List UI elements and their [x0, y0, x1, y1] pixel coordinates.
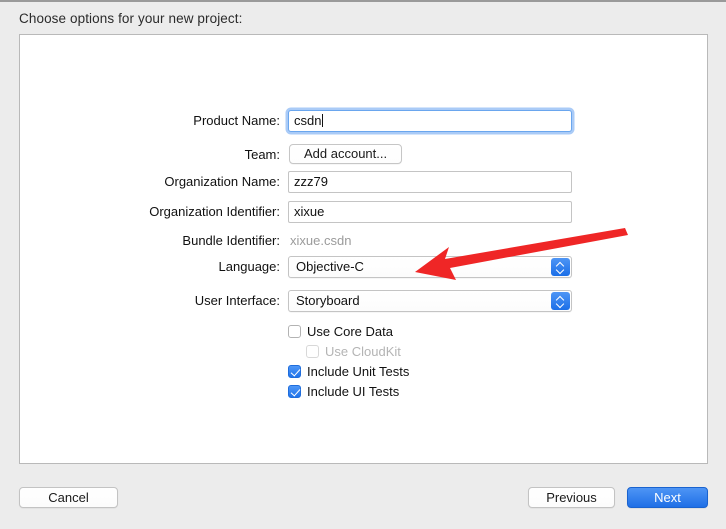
text-caret	[322, 114, 323, 127]
row-product-name: Product Name: csdn	[20, 110, 709, 132]
organization-identifier-input[interactable]: xixue	[288, 201, 572, 223]
organization-identifier-label: Organization Identifier:	[20, 201, 280, 223]
popup-stepper-icon[interactable]	[551, 292, 570, 310]
checkbox-label: Include Unit Tests	[307, 364, 409, 379]
organization-name-input[interactable]: zzz79	[288, 171, 572, 193]
options-panel: Product Name: csdn Team: Add account... …	[19, 34, 708, 464]
row-user-interface: User Interface: Storyboard	[20, 290, 709, 312]
row-organization-identifier: Organization Identifier: xixue	[20, 201, 709, 223]
product-name-value: csdn	[294, 113, 321, 128]
product-name-input[interactable]: csdn	[288, 110, 572, 132]
chevron-down-icon	[557, 302, 564, 306]
language-value: Objective-C	[296, 257, 364, 277]
checkbox-label: Use CloudKit	[325, 344, 401, 359]
project-options-form: Product Name: csdn Team: Add account... …	[20, 35, 709, 465]
language-popup[interactable]: Objective-C	[288, 256, 572, 278]
team-label: Team:	[20, 144, 280, 166]
checkbox-box-icon[interactable]	[288, 365, 301, 378]
chevron-down-icon	[557, 268, 564, 272]
checkbox-label: Include UI Tests	[307, 384, 399, 399]
previous-button[interactable]: Previous	[528, 487, 615, 508]
checkbox-box-icon	[306, 345, 319, 358]
row-bundle-identifier: Bundle Identifier: xixue.csdn	[20, 230, 709, 252]
row-team: Team: Add account...	[20, 144, 709, 166]
user-interface-value: Storyboard	[296, 291, 360, 311]
row-language: Language: Objective-C	[20, 256, 709, 278]
popup-stepper-icon[interactable]	[551, 258, 570, 276]
checkbox-box-icon[interactable]	[288, 325, 301, 338]
user-interface-label: User Interface:	[20, 290, 280, 312]
row-organization-name: Organization Name: zzz79	[20, 171, 709, 193]
new-project-options-dialog: Choose options for your new project: Pro…	[0, 0, 726, 529]
window-top-edge	[0, 0, 726, 2]
product-name-label: Product Name:	[20, 110, 280, 132]
next-button[interactable]: Next	[627, 487, 708, 508]
add-account-button[interactable]: Add account...	[289, 144, 402, 164]
cancel-button[interactable]: Cancel	[19, 487, 118, 508]
bundle-identifier-label: Bundle Identifier:	[20, 230, 280, 252]
user-interface-popup[interactable]: Storyboard	[288, 290, 572, 312]
bundle-identifier-value: xixue.csdn	[290, 230, 351, 252]
checkbox-box-icon[interactable]	[288, 385, 301, 398]
language-label: Language:	[20, 256, 280, 278]
organization-name-label: Organization Name:	[20, 171, 280, 193]
checkbox-label: Use Core Data	[307, 324, 393, 339]
page-title: Choose options for your new project:	[19, 11, 242, 26]
